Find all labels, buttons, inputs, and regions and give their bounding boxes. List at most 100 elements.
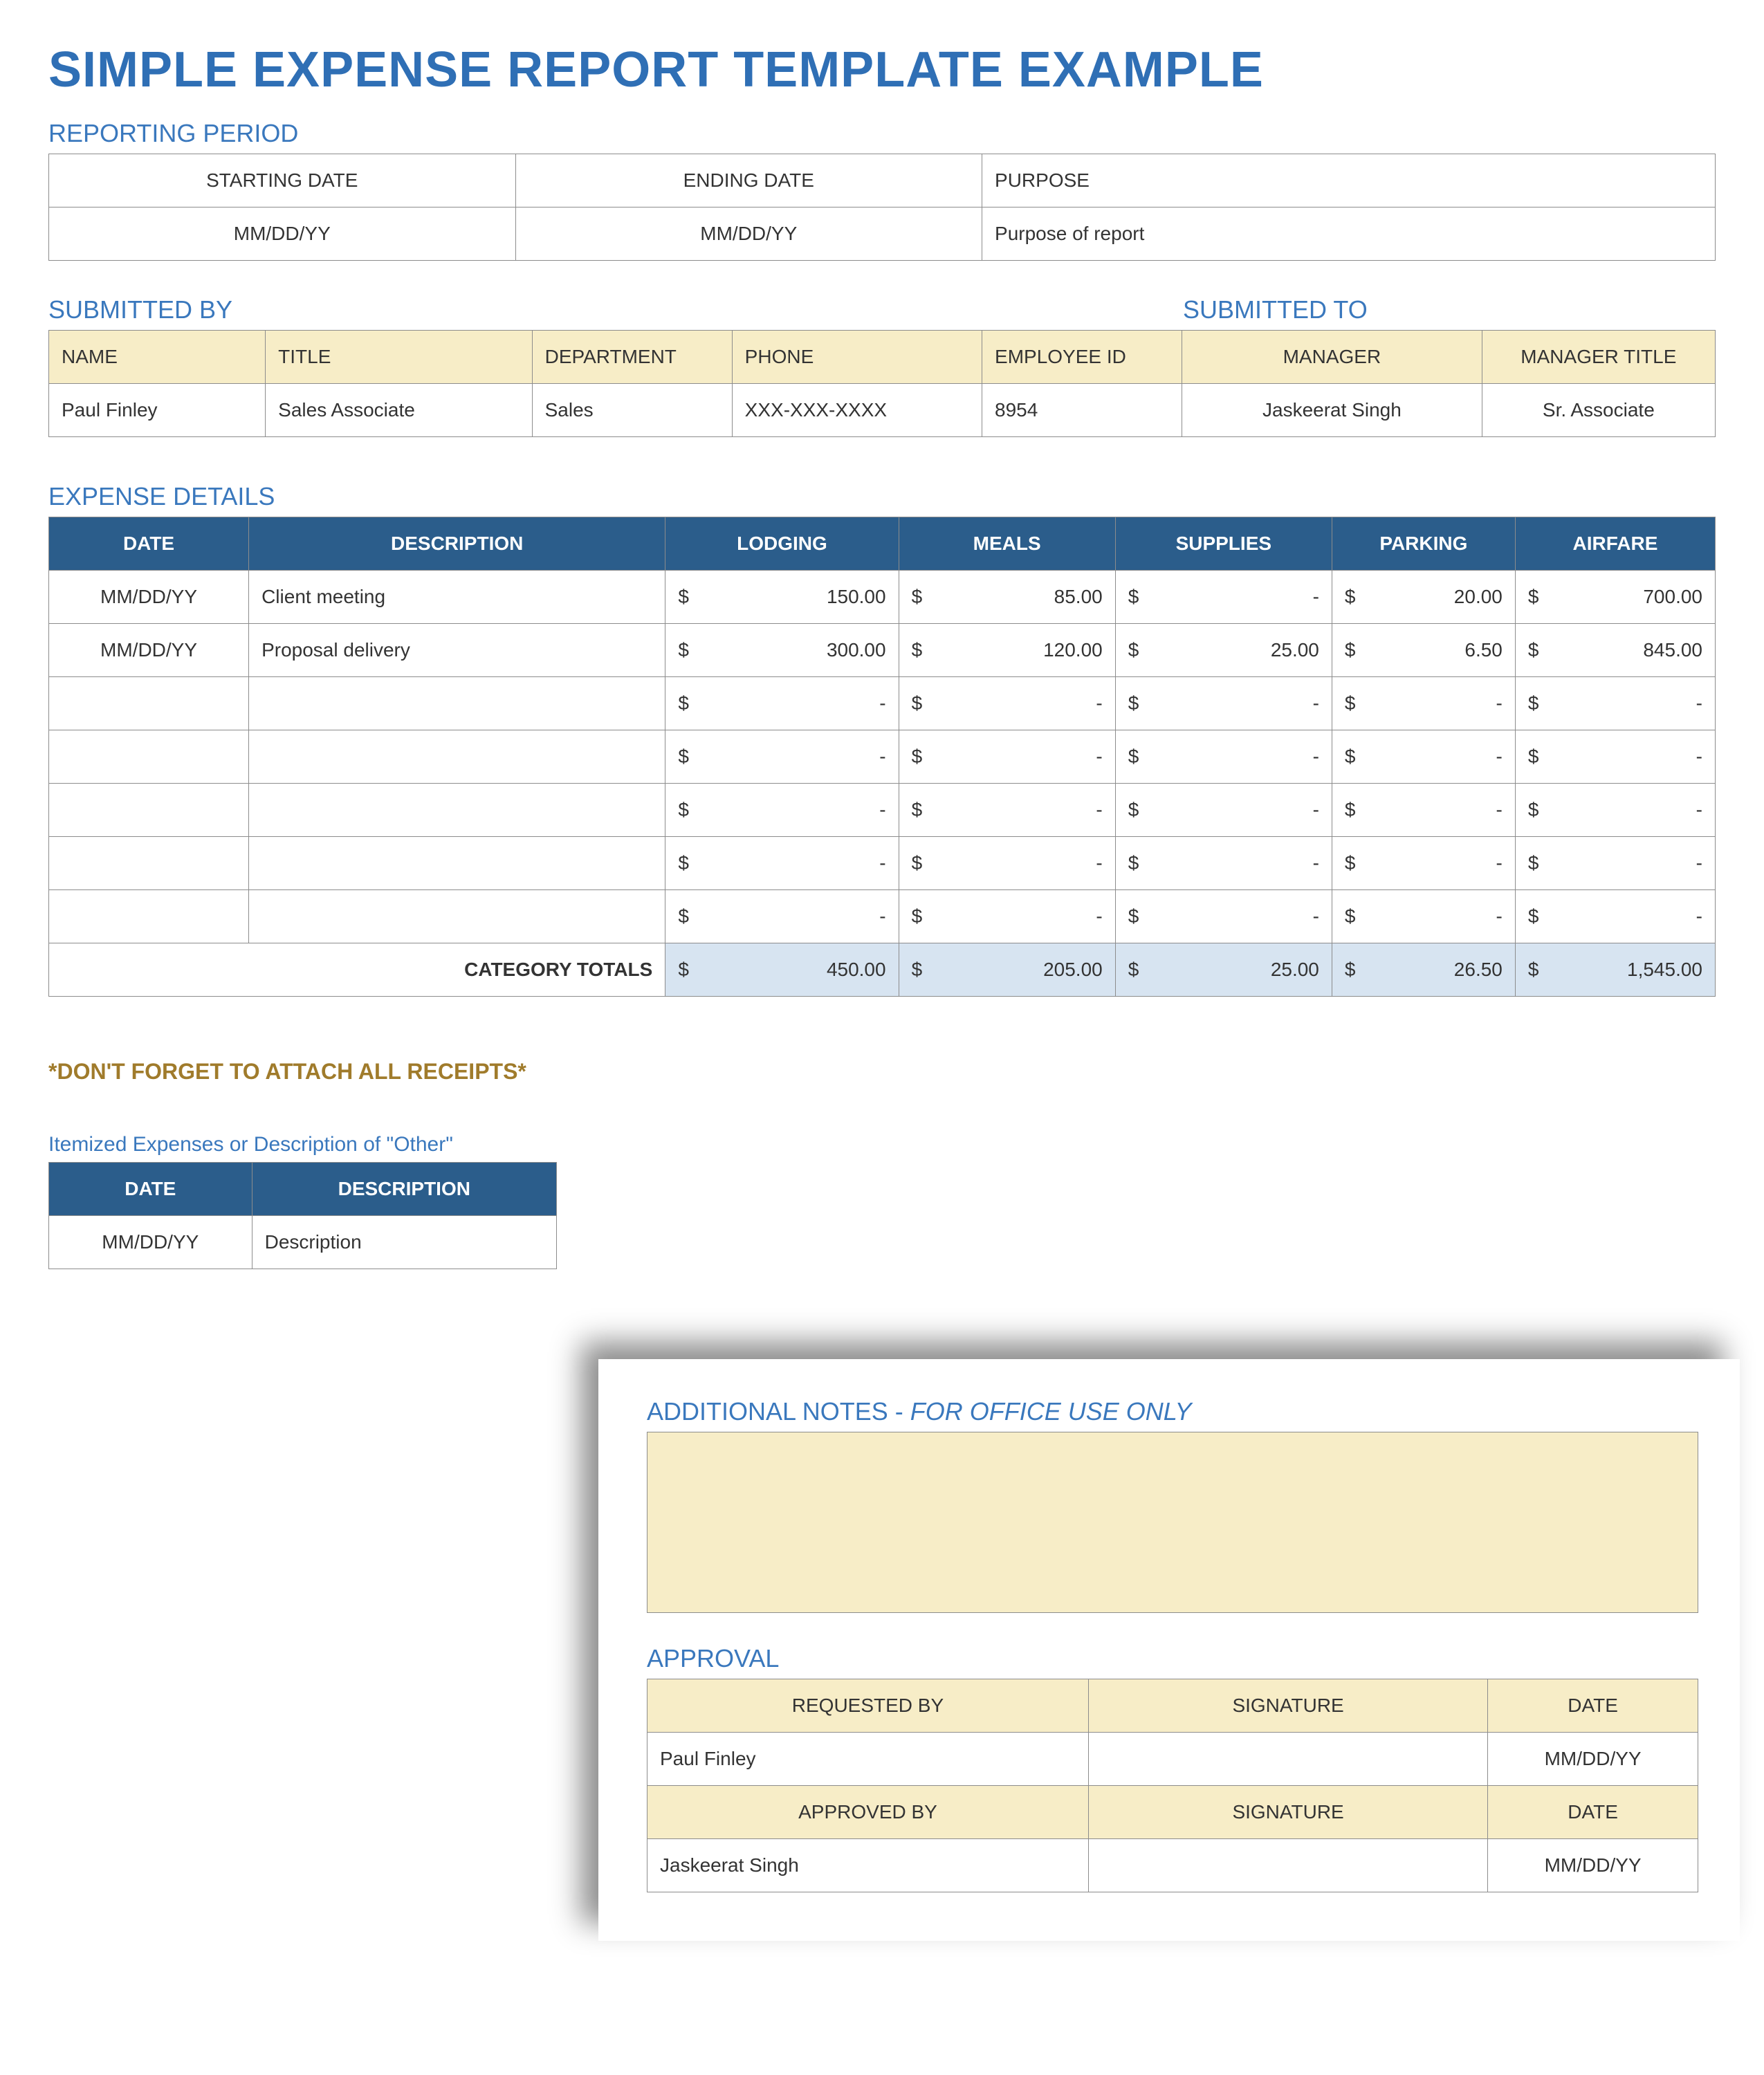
receipts-note: *DON'T FORGET TO ATTACH ALL RECEIPTS* [48,1059,1716,1085]
row-lodging[interactable]: $- [665,730,899,784]
submitted-to-label: SUBMITTED TO [1183,295,1716,324]
submit-name[interactable]: Paul Finley [49,384,266,437]
row-lodging[interactable]: $300.00 [665,624,899,677]
row-description[interactable]: Client meeting [249,571,665,624]
row-description[interactable] [249,837,665,890]
row-meals[interactable]: $- [899,784,1115,837]
row-parking[interactable]: $- [1332,730,1515,784]
ap-sign2[interactable] [1088,1839,1487,1892]
row-date[interactable] [49,677,249,730]
row-airfare[interactable]: $- [1515,890,1715,943]
row-parking[interactable]: $- [1332,837,1515,890]
row-description[interactable] [249,677,665,730]
submit-h-dept: DEPARTMENT [532,331,732,384]
additional-notes-box[interactable] [647,1432,1698,1613]
submit-phone[interactable]: XXX-XXX-XXXX [732,384,982,437]
approval-label: APPROVAL [647,1644,1698,1673]
row-date[interactable]: MM/DD/YY [49,571,249,624]
row-meals[interactable]: $- [899,677,1115,730]
office-use-panel: ADDITIONAL NOTES - FOR OFFICE USE ONLY A… [598,1359,1740,1941]
total-lodging: $450.00 [665,943,899,997]
period-header-start: STARTING DATE [49,154,516,208]
row-description[interactable] [249,730,665,784]
ap-h-sign1: SIGNATURE [1088,1679,1487,1733]
row-parking[interactable]: $- [1332,890,1515,943]
submit-h-name: NAME [49,331,266,384]
det-h-parking: PARKING [1332,517,1515,571]
it-desc[interactable]: Description [252,1216,556,1269]
row-airfare[interactable]: $- [1515,677,1715,730]
row-date[interactable] [49,890,249,943]
det-h-meals: MEALS [899,517,1115,571]
itemized-table: DATE DESCRIPTION MM/DD/YY Description [48,1162,557,1269]
row-meals[interactable]: $85.00 [899,571,1115,624]
period-end[interactable]: MM/DD/YY [515,208,982,261]
submit-manager[interactable]: Jaskeerat Singh [1182,384,1482,437]
row-parking[interactable]: $20.00 [1332,571,1515,624]
row-meals[interactable]: $- [899,730,1115,784]
submit-mtitle[interactable]: Sr. Associate [1482,384,1715,437]
row-meals[interactable]: $120.00 [899,624,1115,677]
row-supplies[interactable]: $- [1115,784,1332,837]
table-row: $-$-$-$-$- [49,730,1716,784]
it-h-desc: DESCRIPTION [252,1163,556,1216]
table-row: MM/DD/YYClient meeting$150.00$85.00$-$20… [49,571,1716,624]
table-row: $-$-$-$-$- [49,677,1716,730]
row-parking[interactable]: $6.50 [1332,624,1515,677]
ap-h-date2: DATE [1488,1786,1698,1839]
row-lodging[interactable]: $- [665,784,899,837]
row-airfare[interactable]: $- [1515,784,1715,837]
ap-h-sign2: SIGNATURE [1088,1786,1487,1839]
row-meals[interactable]: $- [899,890,1115,943]
row-lodging[interactable]: $- [665,837,899,890]
row-supplies[interactable]: $- [1115,730,1332,784]
row-supplies[interactable]: $- [1115,677,1332,730]
det-h-supplies: SUPPLIES [1115,517,1332,571]
row-airfare[interactable]: $845.00 [1515,624,1715,677]
row-date[interactable] [49,784,249,837]
row-date[interactable] [49,837,249,890]
ap-requested-by[interactable]: Paul Finley [647,1733,1089,1786]
det-h-desc: DESCRIPTION [249,517,665,571]
expense-details-label: EXPENSE DETAILS [48,482,1716,511]
period-purpose[interactable]: Purpose of report [982,208,1716,261]
total-parking: $26.50 [1332,943,1515,997]
additional-notes-label: ADDITIONAL NOTES - FOR OFFICE USE ONLY [647,1397,1698,1426]
row-lodging[interactable]: $- [665,890,899,943]
row-airfare[interactable]: $- [1515,730,1715,784]
row-lodging[interactable]: $150.00 [665,571,899,624]
submit-title[interactable]: Sales Associate [266,384,532,437]
row-supplies[interactable]: $- [1115,571,1332,624]
submit-dept[interactable]: Sales [532,384,732,437]
row-supplies[interactable]: $25.00 [1115,624,1332,677]
it-h-date: DATE [49,1163,252,1216]
row-supplies[interactable]: $- [1115,890,1332,943]
row-description[interactable] [249,784,665,837]
submit-h-empid: EMPLOYEE ID [982,331,1182,384]
total-supplies: $25.00 [1115,943,1332,997]
row-meals[interactable]: $- [899,837,1115,890]
category-totals-label: CATEGORY TOTALS [49,943,665,997]
submit-empid[interactable]: 8954 [982,384,1182,437]
row-parking[interactable]: $- [1332,677,1515,730]
itemized-label: Itemized Expenses or Description of "Oth… [48,1133,1716,1156]
row-airfare[interactable]: $- [1515,837,1715,890]
approval-table: REQUESTED BY SIGNATURE DATE Paul Finley … [647,1679,1698,1892]
ap-date2[interactable]: MM/DD/YY [1488,1839,1698,1892]
ap-approved-by[interactable]: Jaskeerat Singh [647,1839,1089,1892]
row-parking[interactable]: $- [1332,784,1515,837]
ap-date1[interactable]: MM/DD/YY [1488,1733,1698,1786]
row-supplies[interactable]: $- [1115,837,1332,890]
row-description[interactable]: Proposal delivery [249,624,665,677]
row-date[interactable] [49,730,249,784]
row-description[interactable] [249,890,665,943]
row-date[interactable]: MM/DD/YY [49,624,249,677]
period-start[interactable]: MM/DD/YY [49,208,516,261]
ap-sign1[interactable] [1088,1733,1487,1786]
row-lodging[interactable]: $- [665,677,899,730]
submit-h-manager: MANAGER [1182,331,1482,384]
reporting-period-table: STARTING DATE ENDING DATE PURPOSE MM/DD/… [48,154,1716,261]
row-airfare[interactable]: $700.00 [1515,571,1715,624]
it-date[interactable]: MM/DD/YY [49,1216,252,1269]
ap-h-approved: APPROVED BY [647,1786,1089,1839]
